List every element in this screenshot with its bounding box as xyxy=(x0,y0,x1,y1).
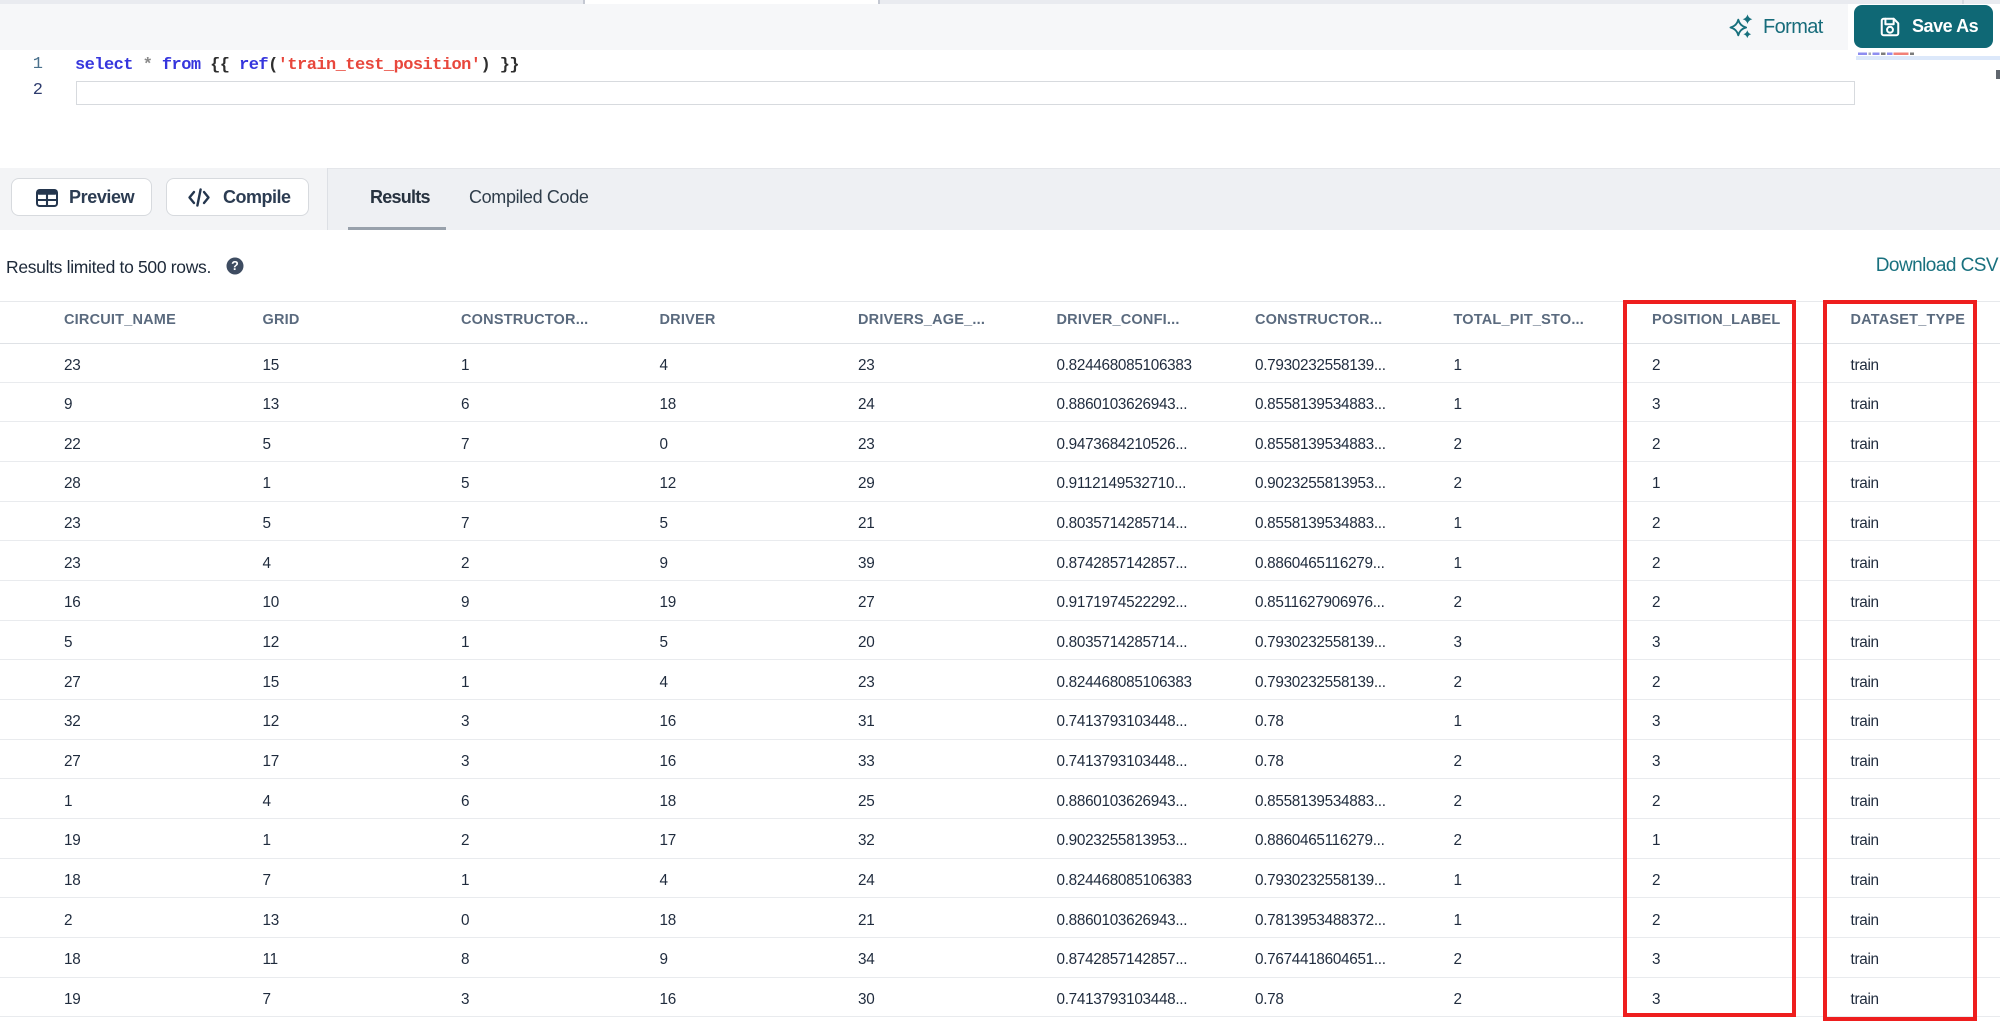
svg-text:?: ? xyxy=(231,259,239,273)
